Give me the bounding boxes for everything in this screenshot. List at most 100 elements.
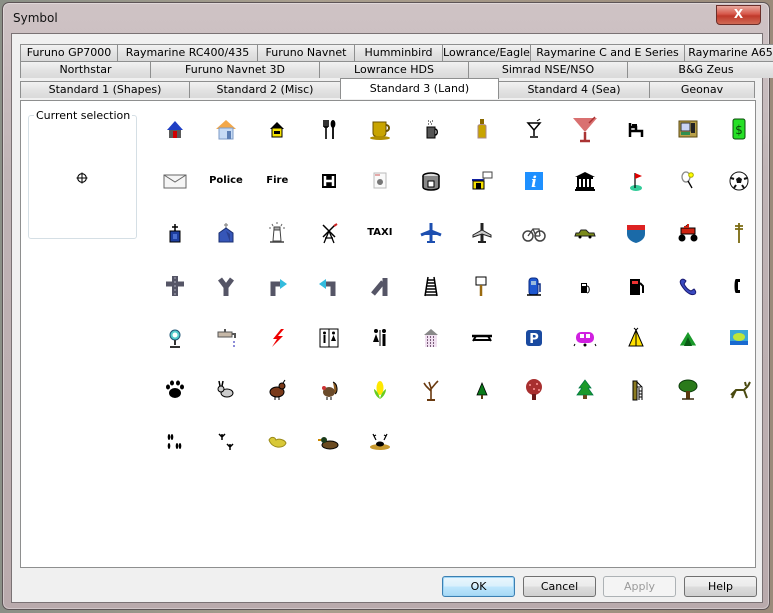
symbol-deer[interactable] — [713, 376, 764, 428]
symbol-hotel-drum[interactable] — [405, 167, 456, 219]
symbol-fuel-small[interactable] — [559, 272, 610, 324]
symbol-restaurant-fork-spoon[interactable] — [303, 115, 354, 167]
symbol-small-pine[interactable] — [457, 376, 508, 428]
symbol-scenic-view[interactable] — [713, 324, 764, 376]
tab-furuno-navnet-3d[interactable]: Furuno Navnet 3D — [150, 61, 320, 78]
tab-standard-4-sea[interactable]: Standard 4 (Sea) — [498, 81, 650, 98]
tab-furuno-navnet[interactable]: Furuno Navnet — [257, 44, 355, 61]
symbol-restrooms-box[interactable] — [303, 324, 354, 376]
symbol-tennis-racket[interactable] — [662, 167, 713, 219]
symbol-shower[interactable] — [405, 324, 456, 376]
symbol-duck-decoy[interactable] — [303, 428, 354, 480]
symbol-lodging-bed[interactable] — [611, 115, 662, 167]
symbol-oak-tree[interactable] — [662, 376, 713, 428]
symbol-golf-flag[interactable] — [611, 167, 662, 219]
symbol-interstate-shield[interactable] — [611, 219, 662, 271]
symbol-washing-machine[interactable] — [354, 167, 405, 219]
tab-lowrance-hds[interactable]: Lowrance HDS — [319, 61, 469, 78]
tab-standard-2-misc[interactable]: Standard 2 (Misc) — [189, 81, 341, 98]
symbol-water-faucet[interactable] — [200, 324, 251, 376]
symbol-bank-building[interactable] — [559, 167, 610, 219]
symbol-bicycle[interactable] — [508, 219, 559, 271]
tab-humminbird[interactable]: Humminbird — [354, 44, 443, 61]
symbol-taxi[interactable]: TAXI — [354, 219, 405, 271]
close-button[interactable]: X — [716, 5, 761, 25]
symbol-camper-trailer[interactable] — [559, 324, 610, 376]
symbol-pine-tree[interactable] — [559, 376, 610, 428]
tab-geonav[interactable]: Geonav — [649, 81, 755, 98]
symbol-chapel[interactable] — [200, 219, 251, 271]
tab-simrad-nse-nso[interactable]: Simrad NSE/NSO — [468, 61, 628, 78]
symbol-flowering-tree[interactable] — [508, 376, 559, 428]
tab-furuno-gp7000[interactable]: Furuno GP7000 — [20, 44, 118, 61]
symbol-dollar-bill[interactable]: $ — [713, 115, 764, 167]
symbol-atv-quad[interactable] — [662, 219, 713, 271]
symbol-information[interactable]: i — [508, 167, 559, 219]
symbol-tent-green[interactable] — [662, 324, 713, 376]
symbol-coffee-cup-gold[interactable] — [354, 115, 405, 167]
symbol-windmill[interactable] — [303, 219, 354, 271]
symbol-turn-left[interactable] — [303, 272, 354, 324]
symbol-soccer-ball[interactable] — [713, 167, 764, 219]
svg-text:i: i — [531, 173, 537, 191]
symbol-corn[interactable] — [354, 376, 405, 428]
symbol-gas-pump-blue[interactable] — [508, 272, 559, 324]
symbol-lighthouse[interactable] — [252, 219, 303, 271]
symbol-police[interactable]: Police — [200, 167, 251, 219]
symbol-road-fork[interactable] — [200, 272, 251, 324]
symbol-telephone-blue[interactable] — [662, 272, 713, 324]
symbol-parking[interactable]: P — [508, 324, 559, 376]
symbol-mail-envelope[interactable] — [149, 167, 200, 219]
symbol-church-small[interactable] — [149, 219, 200, 271]
symbol-fire[interactable]: Fire — [252, 167, 303, 219]
tab-raymarine-c-and-e-series[interactable]: Raymarine C and E Series — [530, 44, 685, 61]
tab-standard-1-shapes[interactable]: Standard 1 (Shapes) — [20, 81, 190, 98]
symbol-tent-yellow[interactable] — [611, 324, 662, 376]
tab-raymarine-a65[interactable]: Raymarine A65 — [684, 44, 773, 61]
symbol-store-with-sign[interactable] — [457, 167, 508, 219]
symbol-turn-right[interactable] — [252, 272, 303, 324]
symbol-house-yellow[interactable] — [252, 115, 303, 167]
cancel-button[interactable]: Cancel — [523, 576, 596, 597]
symbol-hospital-h[interactable] — [303, 167, 354, 219]
symbol-restrooms[interactable] — [354, 324, 405, 376]
tab-northstar[interactable]: Northstar — [20, 61, 151, 78]
symbol-cocktail-bar-red[interactable] — [559, 115, 610, 167]
symbol-car[interactable] — [559, 219, 610, 271]
symbol-tree-stand[interactable] — [611, 376, 662, 428]
symbol-picnic-table[interactable] — [457, 324, 508, 376]
symbol-quail[interactable] — [252, 376, 303, 428]
symbol-airplane-gray[interactable] — [457, 219, 508, 271]
symbol-house-blue[interactable] — [149, 115, 200, 167]
symbol-hoof-tracks[interactable] — [149, 428, 200, 480]
apply-button[interactable]: Apply — [603, 576, 676, 597]
tab-raymarine-rc400-435[interactable]: Raymarine RC400/435 — [117, 44, 258, 61]
tab-lowrance-eagle[interactable]: Lowrance/Eagle — [442, 44, 531, 61]
symbol-signpost[interactable] — [457, 272, 508, 324]
symbol-turkey[interactable] — [303, 376, 354, 428]
symbol-bottle[interactable] — [457, 115, 508, 167]
symbol-airport-blue[interactable] — [405, 219, 456, 271]
symbol-deer-in-nest[interactable] — [354, 428, 405, 480]
symbol-rabbit[interactable] — [200, 376, 251, 428]
symbol-water-fountain[interactable] — [149, 324, 200, 376]
symbol-bird-tracks[interactable] — [200, 428, 251, 480]
symbol-bare-tree[interactable] — [405, 376, 456, 428]
symbol-atm-machine[interactable] — [662, 115, 713, 167]
symbol-house-orange[interactable] — [200, 115, 251, 167]
symbol-telephone-black[interactable] — [713, 272, 764, 324]
symbol-duck-yellow[interactable] — [252, 428, 303, 480]
tab-b-g-zeus[interactable]: B&G Zeus — [627, 61, 773, 78]
symbol-road-merge[interactable] — [354, 272, 405, 324]
symbol-power-pole[interactable] — [713, 219, 764, 271]
symbol-fuel-red[interactable] — [611, 272, 662, 324]
tab-standard-3-land[interactable]: Standard 3 (Land) — [340, 78, 499, 99]
help-button[interactable]: Help — [684, 576, 757, 597]
symbol-road-crossing[interactable] — [149, 272, 200, 324]
symbol-railroad-track[interactable] — [405, 272, 456, 324]
symbol-martini-glass[interactable] — [508, 115, 559, 167]
symbol-paw-print[interactable] — [149, 376, 200, 428]
symbol-lightning[interactable] — [252, 324, 303, 376]
ok-button[interactable]: OK — [442, 576, 515, 597]
symbol-hot-drink-mug[interactable] — [405, 115, 456, 167]
